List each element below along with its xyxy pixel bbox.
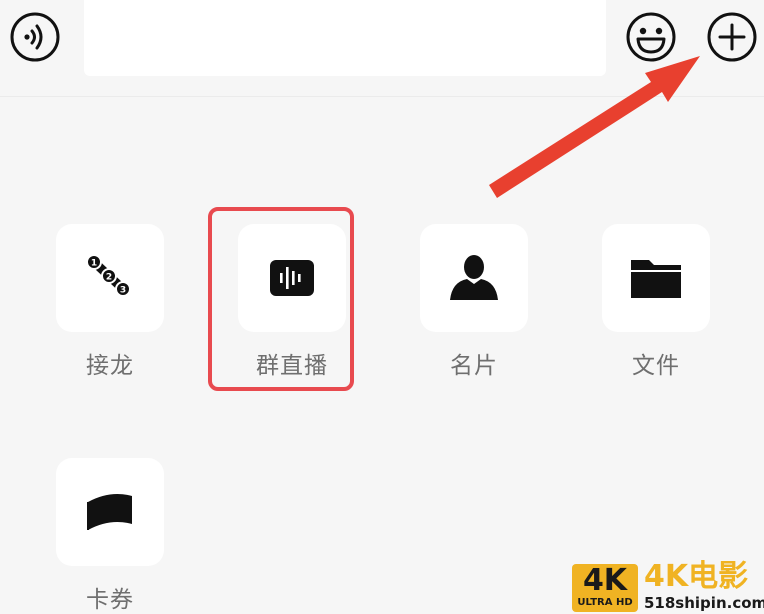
emoji-button[interactable] xyxy=(626,12,676,62)
tool-file[interactable]: 文件 xyxy=(602,224,714,380)
chat-panel: 1 2 3 接龙 群直播 名片 文件 卡券 4K ULTRA HD 4K电影 5… xyxy=(0,0,764,614)
chat-input-bar xyxy=(0,0,764,97)
more-button[interactable] xyxy=(707,12,757,62)
watermark-url: 518shipin.com xyxy=(644,594,764,612)
watermark: 4K ULTRA HD 4K电影 518shipin.com xyxy=(572,560,764,614)
tool-tile xyxy=(238,224,346,332)
watermark-badge: 4K ULTRA HD xyxy=(572,564,638,612)
watermark-badge-main: 4K xyxy=(582,563,628,598)
tool-contact-card[interactable]: 名片 xyxy=(420,224,532,380)
tool-label: 接龙 xyxy=(86,353,134,379)
tool-label: 名片 xyxy=(450,353,498,379)
svg-text:2: 2 xyxy=(106,273,112,283)
coupon-icon xyxy=(87,494,132,530)
tool-relay[interactable]: 1 2 3 接龙 xyxy=(56,224,168,380)
tool-group-live[interactable]: 群直播 xyxy=(238,224,350,380)
relay-icon: 1 2 3 xyxy=(86,254,131,297)
svg-text:3: 3 xyxy=(120,286,126,296)
tool-tile xyxy=(420,224,528,332)
live-stream-icon xyxy=(270,260,314,296)
voice-button[interactable] xyxy=(10,12,60,62)
watermark-title: 4K电影 xyxy=(644,559,749,594)
tool-label: 群直播 xyxy=(256,353,328,379)
plus-icon xyxy=(707,12,757,62)
tool-label: 卡券 xyxy=(86,587,134,613)
tool-label: 文件 xyxy=(632,353,680,379)
tool-tile xyxy=(602,224,710,332)
tool-coupon[interactable]: 卡券 xyxy=(56,458,168,614)
contact-card-icon xyxy=(450,255,498,300)
svg-text:1: 1 xyxy=(91,259,97,269)
message-input[interactable] xyxy=(84,0,606,76)
watermark-badge-sub: ULTRA HD xyxy=(577,597,633,608)
voice-icon xyxy=(10,12,60,62)
emoji-icon xyxy=(626,12,676,62)
folder-icon xyxy=(631,260,681,298)
tool-tile xyxy=(56,458,164,566)
tool-tile: 1 2 3 xyxy=(56,224,164,332)
